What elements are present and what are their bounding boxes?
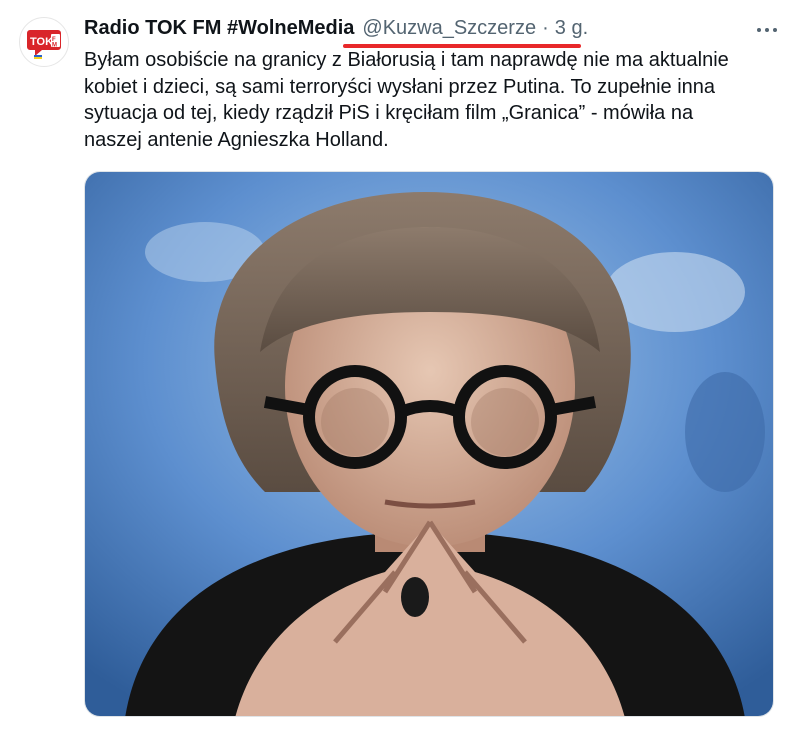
svg-text:M: M xyxy=(52,43,57,49)
user-handle[interactable]: @Kuzwa_Szczerze xyxy=(362,17,536,40)
svg-text:TOK: TOK xyxy=(30,36,53,48)
separator-dot: · xyxy=(542,17,549,39)
more-dot xyxy=(765,28,769,32)
tokfm-logo-icon: TOK F M xyxy=(27,30,61,59)
tweet-text-line: kobiet i dzieci, są sami terroryści wysł… xyxy=(84,75,716,98)
tweet-text-line: naszej antenie Agnieszka Holland. xyxy=(84,128,389,151)
tweet-card: TOK F M Radio TOK FM #WolneMedia @Kuzwa_… xyxy=(0,0,800,733)
display-name[interactable]: Radio TOK FM #WolneMedia xyxy=(84,17,354,40)
tweet-header: Radio TOK FM #WolneMedia @Kuzwa_Szczerze… xyxy=(84,17,588,45)
timestamp[interactable]: 3 g. xyxy=(555,17,588,40)
tweet-photo[interactable] xyxy=(84,171,774,717)
avatar[interactable]: TOK F M xyxy=(19,17,69,67)
tweet-text: Byłam osobiście na granicy z Białorusią … xyxy=(84,47,774,153)
more-horizontal-icon xyxy=(757,28,761,32)
more-options-button[interactable] xyxy=(752,18,782,42)
tweet-text-line: sytuacja od tej, kiedy rządził PiS i krę… xyxy=(84,102,694,124)
more-dot xyxy=(773,28,777,32)
tweet-text-line: Byłam osobiście na granicy z Białorusią … xyxy=(84,49,729,71)
portrait-photo xyxy=(85,172,773,716)
